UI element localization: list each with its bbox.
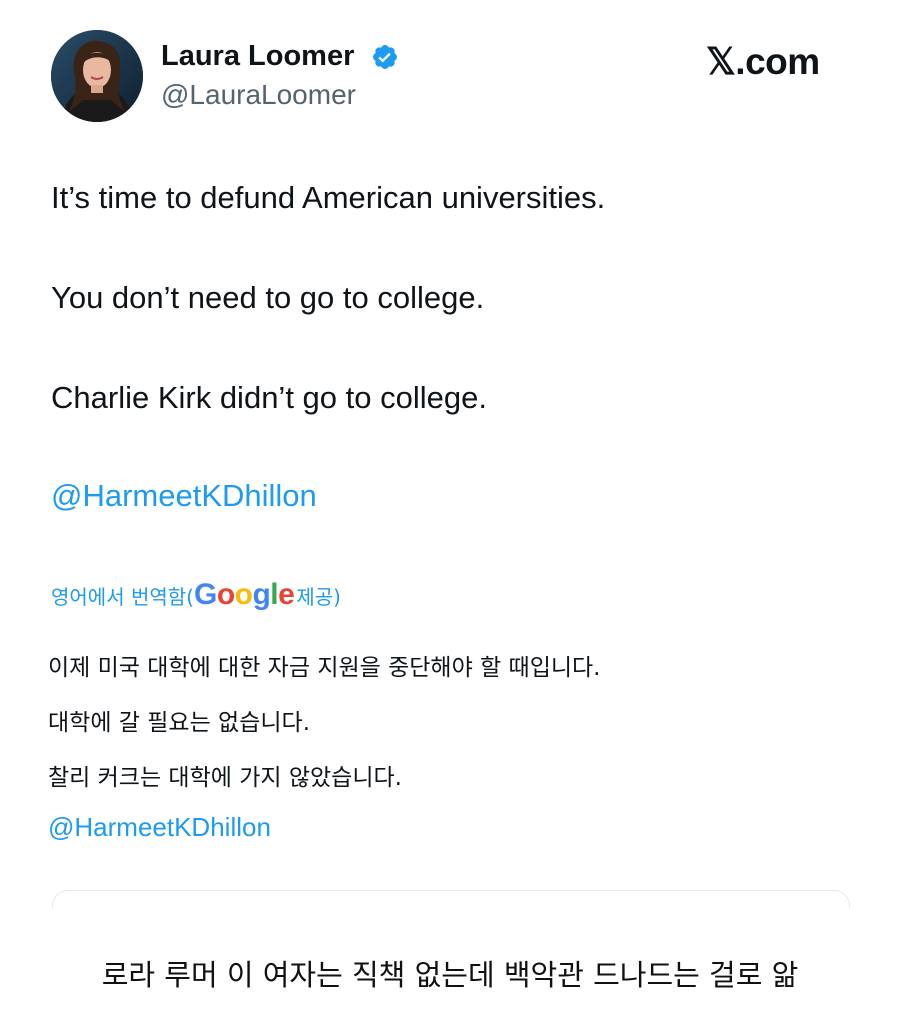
tweet-mention-link[interactable]: @HarmeetKDhillon (51, 478, 317, 514)
author-display-name[interactable]: Laura Loomer (161, 40, 354, 73)
x-logo[interactable]: 𝕏.com (706, 40, 820, 83)
profile-photo-icon (51, 30, 143, 122)
verified-badge-icon (373, 45, 397, 69)
translated-line-2: 대학에 갈 필요는 없습니다. (48, 710, 311, 736)
google-logo: Google (193, 578, 295, 611)
tweet-card: Laura Loomer @LauraLoomer 𝕏.com It’s tim… (30, 0, 870, 931)
translated-mention-link[interactable]: @HarmeetKDhillon (48, 812, 271, 843)
translated-line-3: 찰리 커크는 대학에 가지 않았습니다. (48, 765, 402, 791)
tweet-text-line-1: It’s time to defund American universitie… (51, 180, 606, 215)
translation-suffix: 제공) (296, 584, 341, 609)
author-handle[interactable]: @LauraLoomer (161, 79, 356, 111)
tweet-text-line-3: Charlie Kirk didn’t go to college. (51, 380, 487, 415)
translation-attribution[interactable]: 영어에서 번역함( Google 제공) (51, 578, 341, 612)
avatar[interactable] (51, 30, 143, 122)
translation-prefix: 영어에서 번역함( (51, 584, 194, 609)
image-caption: 로라 루머 이 여자는 직책 없는데 백악관 드나드는 걸로 앎 (101, 958, 799, 992)
translated-line-1: 이제 미국 대학에 대한 자금 지원을 중단해야 할 때입니다. (48, 655, 601, 681)
tweet-text-line-2: You don’t need to go to college. (51, 280, 485, 315)
